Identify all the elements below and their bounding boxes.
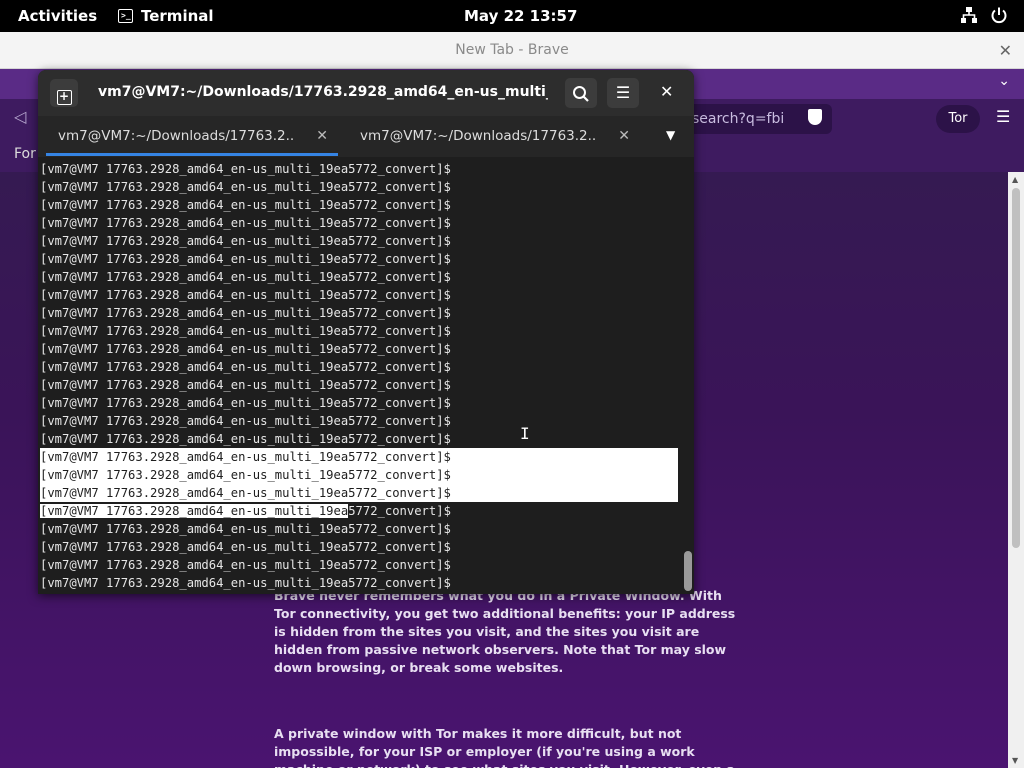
- tab-list-dropdown-icon[interactable]: ▼: [666, 128, 675, 142]
- unselected-text: 5772_convert]$: [348, 504, 451, 518]
- selected-text: [vm7@VM7 17763.2928_amd64_en-us_multi_19…: [40, 504, 349, 518]
- terminal-scrollbar[interactable]: [682, 157, 694, 594]
- search-button[interactable]: [565, 78, 597, 108]
- tor-info-paragraph: Brave never remembers what you do in a P…: [274, 588, 736, 675]
- close-icon[interactable]: ✕: [999, 32, 1012, 69]
- network-icon: [961, 7, 977, 23]
- terminal-line: [vm7@VM7 17763.2928_amd64_en-us_multi_19…: [40, 484, 678, 502]
- terminal-headerbar: + vm7@VM7:~/Downloads/17763.2928_amd64_e…: [38, 70, 694, 116]
- terminal-menu-button[interactable]: ☰: [607, 78, 639, 108]
- clock[interactable]: May 22 13:57: [464, 7, 577, 25]
- address-bar-text: search?q=fbi: [692, 111, 785, 127]
- hamburger-menu-icon[interactable]: ☰: [996, 107, 1010, 126]
- terminal-scrollbar-thumb[interactable]: [684, 551, 692, 591]
- terminal-line: [vm7@VM7 17763.2928_amd64_en-us_multi_19…: [40, 288, 451, 302]
- terminal-line: [vm7@VM7 17763.2928_amd64_en-us_multi_19…: [40, 414, 451, 428]
- tab-close-icon[interactable]: ✕: [618, 116, 630, 156]
- new-tab-icon: +: [56, 90, 72, 105]
- terminal-line: [vm7@VM7 17763.2928_amd64_en-us_multi_19…: [40, 324, 451, 338]
- terminal-line: [vm7@VM7 17763.2928_amd64_en-us_multi_19…: [40, 162, 451, 176]
- terminal-line: [vm7@VM7 17763.2928_amd64_en-us_multi_19…: [40, 522, 451, 536]
- brave-shield-icon[interactable]: [808, 109, 822, 125]
- text-cursor-icon: I: [520, 424, 530, 443]
- power-icon: [991, 7, 1007, 24]
- close-icon[interactable]: ✕: [660, 82, 673, 101]
- terminal-line: [vm7@VM7 17763.2928_amd64_en-us_multi_19…: [40, 448, 678, 466]
- terminal-line: [vm7@VM7 17763.2928_amd64_en-us_multi_19…: [40, 360, 451, 374]
- terminal-line: [vm7@VM7 17763.2928_amd64_en-us_multi_19…: [40, 216, 451, 230]
- terminal-title: vm7@VM7:~/Downloads/17763.2928_amd64_en-…: [98, 84, 548, 100]
- terminal-line: [vm7@VM7 17763.2928_amd64_en-us_multi_19…: [40, 558, 451, 572]
- scrollbar-thumb[interactable]: [1012, 188, 1020, 548]
- terminal-line: [vm7@VM7 17763.2928_amd64_en-us_multi_19…: [40, 252, 451, 266]
- new-tab-button[interactable]: +: [50, 79, 78, 107]
- top-bar: Activities >_ Terminal May 22 13:57: [0, 0, 1024, 32]
- scroll-up-icon[interactable]: ▲: [1012, 175, 1018, 184]
- terminal-line: [vm7@VM7 17763.2928_amd64_en-us_multi_19…: [40, 502, 680, 520]
- terminal-line: [vm7@VM7 17763.2928_amd64_en-us_multi_19…: [40, 180, 451, 194]
- scroll-down-icon[interactable]: ▼: [1012, 756, 1018, 765]
- activities-button[interactable]: Activities: [18, 7, 97, 25]
- search-icon: [573, 85, 589, 102]
- terminal-lines: [vm7@VM7 17763.2928_amd64_en-us_multi_19…: [40, 160, 680, 592]
- system-menu[interactable]: [960, 6, 1008, 24]
- terminal-line: [vm7@VM7 17763.2928_amd64_en-us_multi_19…: [40, 396, 451, 410]
- page-scrollbar[interactable]: ▲ ▼: [1008, 172, 1024, 768]
- terminal-line: [vm7@VM7 17763.2928_amd64_en-us_multi_19…: [40, 432, 451, 446]
- terminal-line: [vm7@VM7 17763.2928_amd64_en-us_multi_19…: [40, 270, 451, 284]
- active-tab-indicator: [46, 153, 338, 156]
- brave-window-title: New Tab - Brave: [455, 42, 569, 58]
- terminal-tab[interactable]: vm7@VM7:~/Downloads/17763.2... ✕: [360, 116, 630, 157]
- back-icon[interactable]: ◁: [14, 107, 26, 126]
- tor-button[interactable]: Tor: [936, 105, 980, 133]
- terminal-line: [vm7@VM7 17763.2928_amd64_en-us_multi_19…: [40, 378, 451, 392]
- terminal-line: [vm7@VM7 17763.2928_amd64_en-us_multi_19…: [40, 306, 451, 320]
- app-name: Terminal: [141, 7, 214, 25]
- bookmark-item[interactable]: For: [14, 146, 36, 162]
- terminal-line: [vm7@VM7 17763.2928_amd64_en-us_multi_19…: [40, 540, 451, 554]
- terminal-tab-label: vm7@VM7:~/Downloads/17763.2...: [58, 128, 294, 144]
- tor-warning-paragraph: A private window with Tor makes it more …: [274, 726, 735, 768]
- brave-titlebar: New Tab - Brave ✕: [0, 32, 1024, 69]
- terminal-line: [vm7@VM7 17763.2928_amd64_en-us_multi_19…: [40, 466, 678, 484]
- terminal-window: + vm7@VM7:~/Downloads/17763.2928_amd64_e…: [38, 70, 694, 594]
- app-menu[interactable]: >_ Terminal: [118, 7, 214, 25]
- hamburger-icon: ☰: [615, 83, 631, 102]
- terminal-tab[interactable]: vm7@VM7:~/Downloads/17763.2... ✕: [46, 116, 338, 157]
- terminal-line: [vm7@VM7 17763.2928_amd64_en-us_multi_19…: [40, 234, 451, 248]
- terminal-tab-label: vm7@VM7:~/Downloads/17763.2...: [360, 128, 596, 144]
- terminal-line: [vm7@VM7 17763.2928_amd64_en-us_multi_19…: [40, 342, 451, 356]
- terminal-tabbar: vm7@VM7:~/Downloads/17763.2... ✕ vm7@VM7…: [38, 116, 694, 157]
- terminal-output[interactable]: [vm7@VM7 17763.2928_amd64_en-us_multi_19…: [38, 157, 694, 594]
- tab-close-icon[interactable]: ✕: [316, 116, 328, 156]
- terminal-icon: >_: [118, 9, 133, 23]
- terminal-line: [vm7@VM7 17763.2928_amd64_en-us_multi_19…: [40, 576, 451, 590]
- terminal-line: [vm7@VM7 17763.2928_amd64_en-us_multi_19…: [40, 198, 451, 212]
- chevron-down-icon[interactable]: ⌄: [998, 73, 1010, 89]
